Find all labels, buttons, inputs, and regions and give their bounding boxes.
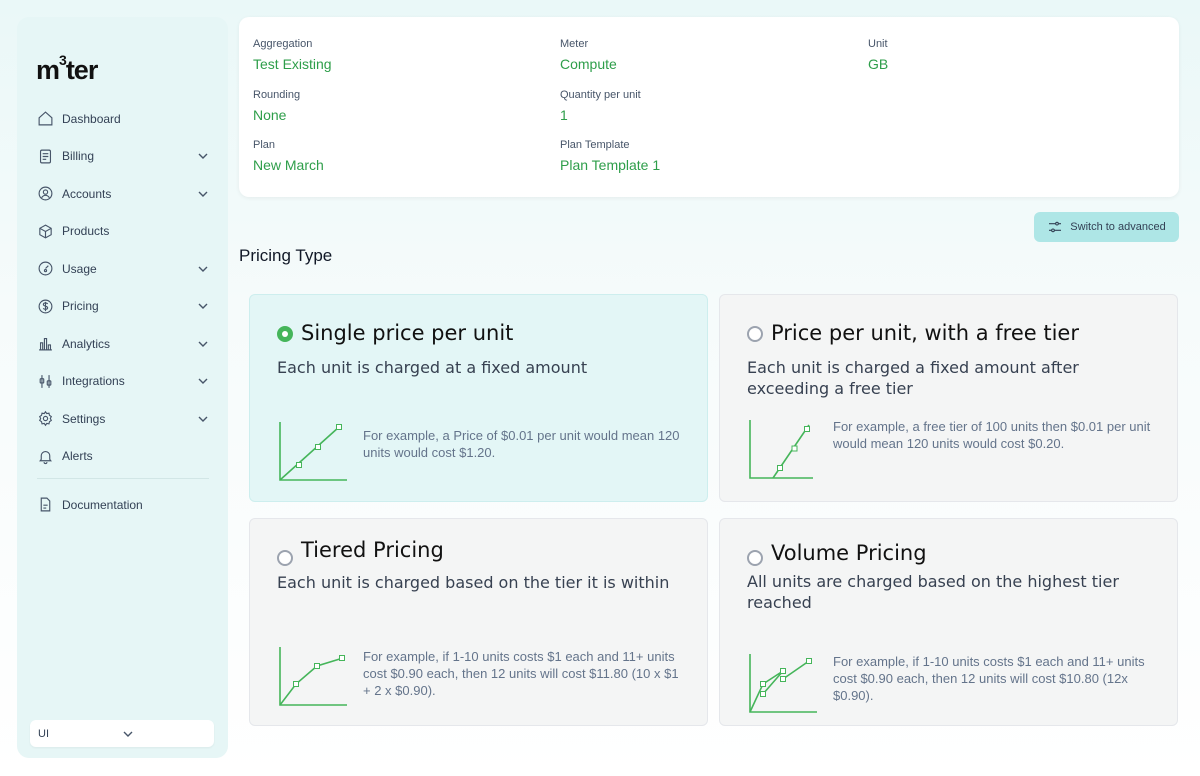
- sidebar-item-billing[interactable]: Billing: [29, 138, 217, 176]
- sidebar-item-label: Pricing: [62, 299, 99, 314]
- sidebar-item-label: Documentation: [62, 497, 143, 512]
- sidebar-divider: [37, 478, 209, 479]
- volume-pricing-chart-icon: [749, 654, 817, 713]
- aggregation-field: Aggregation Test Existing: [253, 38, 332, 72]
- sidebar-item-alerts[interactable]: Alerts: [29, 438, 217, 476]
- sliders-icon: [1049, 221, 1062, 233]
- chevron-down-icon: [197, 150, 209, 162]
- pricing-option-single-price[interactable]: Single price per unit Each unit is charg…: [249, 294, 708, 502]
- field-label: Aggregation: [253, 38, 313, 50]
- pricing-option-volume[interactable]: Volume Pricing All units are charged bas…: [719, 518, 1178, 726]
- pricing-type-heading: Pricing Type: [239, 246, 333, 265]
- chevron-down-icon: [197, 188, 209, 200]
- bar-chart-icon: [37, 335, 54, 352]
- environment-select-value: UI: [38, 727, 49, 740]
- switch-to-advanced-button[interactable]: Switch to advanced: [1034, 212, 1179, 242]
- sidebar-nav: Dashboard Billing Accounts Products Usag…: [29, 100, 217, 524]
- quantity-per-unit-field: Quantity per unit 1: [560, 89, 641, 123]
- sidebar-item-usage[interactable]: Usage: [29, 250, 217, 288]
- field-value: Compute: [560, 56, 617, 72]
- radio-button[interactable]: [277, 326, 293, 342]
- field-label: Plan Template: [560, 139, 630, 151]
- pricing-option-tiered[interactable]: Tiered Pricing Each unit is charged base…: [249, 518, 708, 726]
- package-icon: [37, 223, 54, 240]
- sidebar: m3ter Dashboard Billing Accounts Product…: [17, 17, 228, 758]
- sidebar-item-label: Products: [62, 224, 110, 239]
- free-tier-pricing-chart-icon: [749, 420, 813, 479]
- pricing-option-description: All units are charged based on the highe…: [747, 572, 1119, 612]
- chevron-down-icon: [197, 338, 209, 350]
- radio-button[interactable]: [747, 550, 763, 566]
- sidebar-item-label: Analytics: [62, 336, 111, 351]
- field-value: Plan Template 1: [560, 157, 661, 173]
- logo[interactable]: m3ter: [36, 52, 98, 86]
- chevron-down-icon: [197, 263, 209, 275]
- sidebar-item-analytics[interactable]: Analytics: [29, 325, 217, 363]
- linear-pricing-chart-icon: [279, 422, 347, 481]
- sidebar-item-documentation[interactable]: Documentation: [29, 486, 217, 524]
- field-label: Rounding: [253, 89, 301, 101]
- home-icon: [37, 110, 54, 127]
- field-label: Meter: [560, 38, 589, 50]
- chevron-down-icon: [122, 728, 206, 740]
- sidebar-item-dashboard[interactable]: Dashboard: [29, 100, 217, 138]
- pricing-option-example: For example, a free tier of 100 units th…: [833, 419, 1151, 451]
- field-label: Quantity per unit: [560, 89, 641, 101]
- pricing-option-title: Tiered Pricing: [301, 538, 444, 562]
- gear-icon: [37, 410, 54, 427]
- dollar-circle-icon: [37, 298, 54, 315]
- plan-template-field: Plan Template Plan Template 1: [560, 139, 660, 173]
- pricing-option-title: Price per unit, with a free tier: [771, 321, 1079, 345]
- radio-button[interactable]: [277, 550, 293, 566]
- sidebar-item-label: Billing: [62, 149, 95, 164]
- sidebar-item-label: Accounts: [62, 186, 112, 201]
- field-value: New March: [253, 157, 324, 173]
- sidebar-item-products[interactable]: Products: [29, 213, 217, 251]
- sidebar-item-label: Alerts: [62, 449, 93, 464]
- sidebar-item-settings[interactable]: Settings: [29, 400, 217, 438]
- rounding-field: Rounding None: [253, 89, 300, 123]
- meter-field: Meter Compute: [560, 38, 617, 72]
- sidebar-item-integrations[interactable]: Integrations: [29, 363, 217, 401]
- unit-field: Unit GB: [868, 38, 888, 72]
- tiered-pricing-chart-icon: [279, 647, 347, 706]
- pricing-option-title: Volume Pricing: [771, 541, 927, 565]
- sidebar-item-label: Usage: [62, 261, 97, 276]
- sidebar-item-accounts[interactable]: Accounts: [29, 175, 217, 213]
- receipt-icon: [37, 148, 54, 165]
- field-value: 1: [560, 107, 568, 123]
- meter-info-card: Aggregation Test Existing Meter Compute …: [239, 17, 1179, 197]
- sidebar-item-label: Dashboard: [62, 111, 121, 126]
- pricing-option-free-tier[interactable]: Price per unit, with a free tier Each un…: [719, 294, 1178, 502]
- field-label: Plan: [253, 139, 276, 151]
- environment-select[interactable]: UI: [30, 720, 214, 747]
- field-value: Test Existing: [253, 56, 332, 72]
- bell-icon: [37, 448, 54, 465]
- pricing-option-example: For example, if 1-10 units costs $1 each…: [363, 649, 679, 698]
- chevron-down-icon: [197, 375, 209, 387]
- field-label: Unit: [868, 38, 888, 50]
- pricing-option-description: Each unit is charged a fixed amount afte…: [747, 358, 1079, 398]
- sliders-icon: [37, 373, 54, 390]
- pricing-option-title: Single price per unit: [301, 321, 514, 345]
- pricing-option-description: Each unit is charged based on the tier i…: [277, 573, 670, 592]
- plan-field: Plan New March: [253, 139, 324, 173]
- document-icon: [37, 496, 54, 513]
- sidebar-item-label: Integrations: [62, 374, 125, 389]
- pricing-option-example: For example, a Price of $0.01 per unit w…: [363, 428, 680, 460]
- radio-button[interactable]: [747, 326, 763, 342]
- sidebar-item-pricing[interactable]: Pricing: [29, 288, 217, 326]
- pricing-option-example: For example, if 1-10 units costs $1 each…: [833, 654, 1145, 703]
- pricing-option-description: Each unit is charged at a fixed amount: [277, 358, 588, 377]
- sidebar-item-label: Settings: [62, 411, 106, 426]
- gauge-icon: [37, 260, 54, 277]
- chevron-down-icon: [197, 413, 209, 425]
- chevron-down-icon: [197, 300, 209, 312]
- switch-to-advanced-label: Switch to advanced: [1070, 221, 1166, 233]
- user-circle-icon: [37, 185, 54, 202]
- field-value: GB: [868, 56, 889, 72]
- field-value: None: [253, 107, 287, 123]
